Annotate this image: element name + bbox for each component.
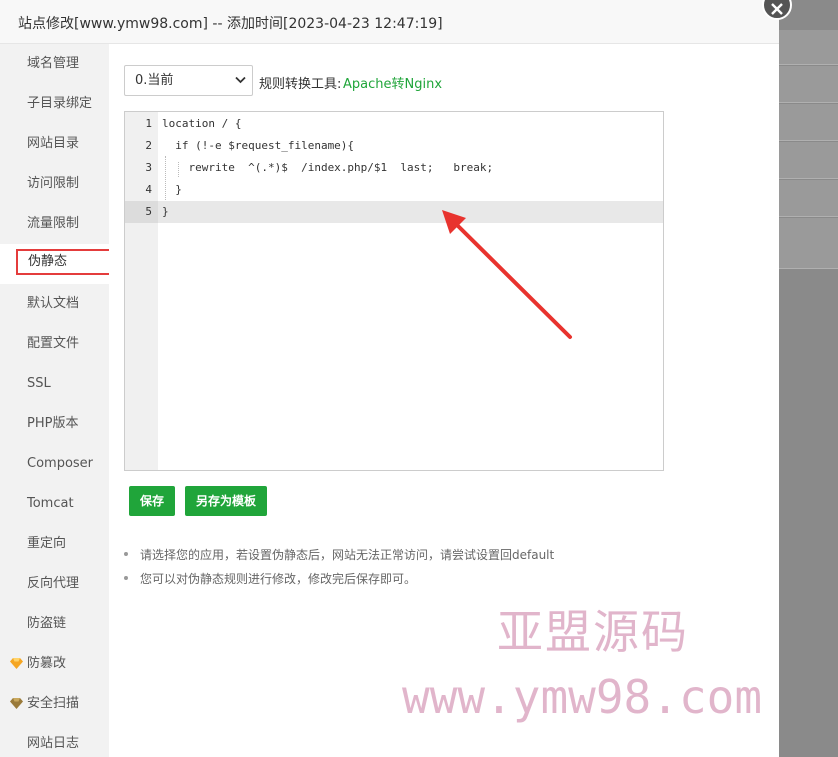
- sidebar-item-label: Composer: [27, 456, 94, 471]
- sidebar-item-label: SSL: [27, 376, 51, 391]
- sidebar-item-label: 重定向: [27, 536, 67, 551]
- save-button[interactable]: 保存: [129, 486, 175, 516]
- sidebar-item-label: Tomcat: [27, 496, 74, 511]
- sidebar-item-config-file[interactable]: 配置文件: [0, 324, 109, 364]
- background-row: [779, 66, 838, 103]
- version-select-value: 0.当前: [135, 73, 174, 88]
- editor-active-line: [125, 201, 663, 223]
- sidebar-item-site-dir[interactable]: 网站目录: [0, 124, 109, 164]
- chevron-down-icon: [235, 76, 246, 84]
- sidebar-item-label: 网站日志: [27, 736, 80, 751]
- sidebar-item-php-version[interactable]: PHP版本: [0, 404, 109, 444]
- sidebar-item-label: 子目录绑定: [27, 96, 93, 111]
- sidebar-item-hotlink[interactable]: 防盗链: [0, 604, 109, 644]
- converter-label: 规则转换工具:: [259, 77, 342, 92]
- close-icon: [771, 3, 783, 15]
- line-number: 5: [145, 205, 152, 218]
- sidebar-item-label: 域名管理: [27, 56, 80, 71]
- background-row: [779, 180, 838, 217]
- code-line: if (!-e $request_filename){: [162, 139, 355, 152]
- code-line: rewrite ^(.*)$ /index.php/$1 last; break…: [162, 161, 494, 174]
- background-row: [779, 142, 838, 179]
- code-line: location / {: [162, 117, 242, 130]
- sidebar-item-access-limit[interactable]: 访问限制: [0, 164, 109, 204]
- version-select[interactable]: 0.当前: [124, 65, 253, 96]
- sidebar-item-label: PHP版本: [27, 416, 79, 431]
- background-row: [779, 104, 838, 141]
- site-edit-dialog: 站点修改[www.ymw98.com] -- 添加时间[2023-04-23 1…: [0, 0, 779, 757]
- sidebar-item-label: 网站目录: [27, 136, 80, 151]
- apache-to-nginx-link[interactable]: Apache转Nginx: [343, 73, 442, 92]
- sidebar-item-tomcat[interactable]: Tomcat: [0, 484, 109, 524]
- tip-item: 请选择您的应用，若设置伪静态后，网站无法正常访问，请尝试设置回default: [124, 546, 554, 563]
- sidebar-item-composer[interactable]: Composer: [0, 444, 109, 484]
- save-as-template-button[interactable]: 另存为模板: [185, 486, 267, 516]
- sidebar-item-rewrite[interactable]: 伪静态: [0, 244, 109, 284]
- sidebar-item-reverse-proxy[interactable]: 反向代理: [0, 564, 109, 604]
- sidebar-item-label: 安全扫描: [27, 696, 80, 711]
- sidebar-item-subdir[interactable]: 子目录绑定: [0, 84, 109, 124]
- sidebar-item-label: 防篡改: [27, 656, 67, 671]
- line-number: 1: [145, 117, 152, 130]
- sidebar-item-label: 配置文件: [27, 336, 80, 351]
- dialog-title: 站点修改[www.ymw98.com] -- 添加时间[2023-04-23 1…: [18, 16, 443, 32]
- sidebar-item-label: 反向代理: [27, 576, 80, 591]
- background-page: [779, 0, 838, 757]
- sidebar-item-label: 访问限制: [27, 176, 80, 191]
- code-line: }: [162, 205, 169, 218]
- background-row: [779, 218, 838, 269]
- sidebar-item-label: 防盗链: [27, 616, 67, 631]
- sidebar-item-tamper-proof[interactable]: 防篡改: [0, 644, 109, 684]
- sidebar-item-domain[interactable]: 域名管理: [0, 44, 109, 84]
- dialog-header: 站点修改[www.ymw98.com] -- 添加时间[2023-04-23 1…: [0, 0, 779, 44]
- line-number: 4: [145, 183, 152, 196]
- watermark-text: 亚盟源码: [497, 605, 689, 659]
- tip-item: 您可以对伪静态规则进行修改，修改完后保存即可。: [124, 570, 416, 587]
- sidebar-item-label: 伪静态: [16, 249, 109, 275]
- gem-icon: [10, 698, 23, 709]
- sidebar-item-label: 默认文档: [27, 296, 80, 311]
- code-line: }: [162, 183, 182, 196]
- sidebar-item-ssl[interactable]: SSL: [0, 364, 109, 404]
- sidebar: 域名管理 子目录绑定 网站目录 访问限制 流量限制 伪静态 默认文档 配置文件 …: [0, 44, 109, 757]
- sidebar-item-redirect[interactable]: 重定向: [0, 524, 109, 564]
- sidebar-item-default-doc[interactable]: 默认文档: [0, 284, 109, 324]
- gem-icon: [10, 658, 23, 669]
- sidebar-item-security-scan[interactable]: 安全扫描: [0, 684, 109, 724]
- sidebar-item-traffic-limit[interactable]: 流量限制: [0, 204, 109, 244]
- background-row: [779, 30, 838, 65]
- line-number: 2: [145, 139, 152, 152]
- sidebar-item-label: 流量限制: [27, 216, 80, 231]
- line-number: 3: [145, 161, 152, 174]
- sidebar-item-site-log[interactable]: 网站日志: [0, 724, 109, 757]
- watermark-url: www.ymw98.com: [402, 670, 763, 724]
- rewrite-code-editor[interactable]: 1 2 3 4 5 location / { if (!-e $request_…: [124, 111, 664, 471]
